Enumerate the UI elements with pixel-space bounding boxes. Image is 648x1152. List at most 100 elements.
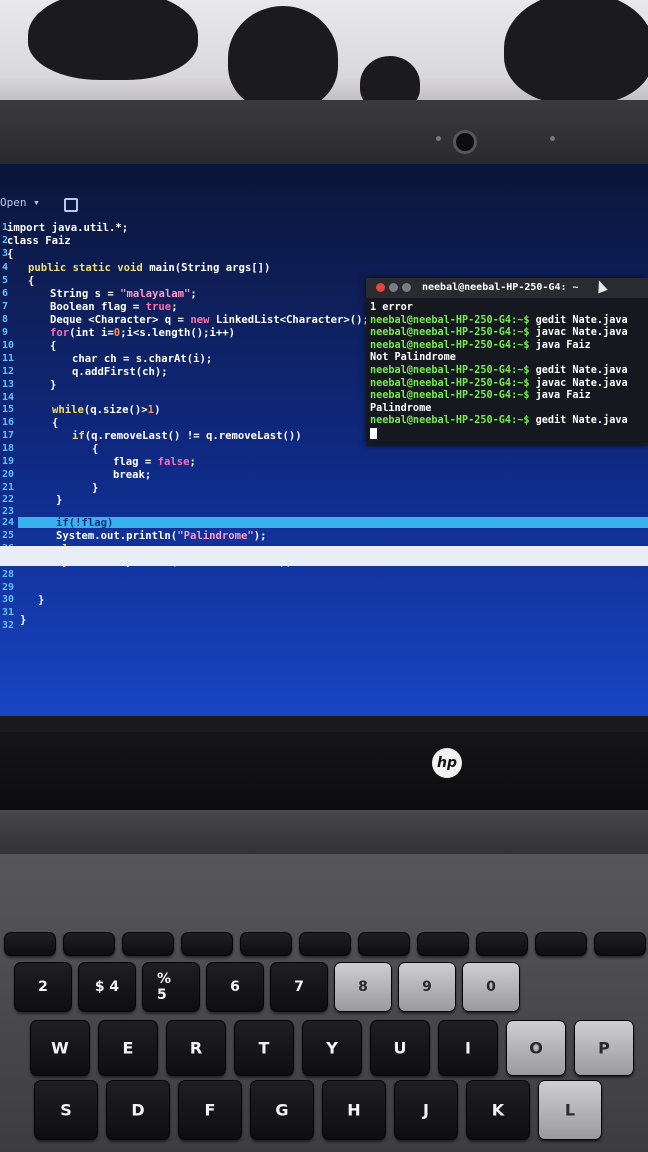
- code-line[interactable]: {: [28, 275, 34, 287]
- keyboard-key[interactable]: 7: [270, 962, 328, 1012]
- code-line[interactable]: }: [92, 482, 98, 494]
- keyboard-key[interactable]: T: [234, 1020, 294, 1076]
- code-line[interactable]: {: [92, 443, 98, 455]
- keyboard-key[interactable]: Y: [302, 1020, 362, 1076]
- keyboard-key[interactable]: E: [98, 1020, 158, 1076]
- close-icon[interactable]: [376, 283, 385, 292]
- terminal-titlebar[interactable]: neebal@neebal-HP-250-G4: ~: [366, 278, 648, 298]
- code-line[interactable]: }: [38, 594, 44, 606]
- maximize-icon[interactable]: [402, 283, 411, 292]
- keyboard-key[interactable]: [417, 932, 469, 956]
- keyboard-deck: 2 $ 4 % 5 6 7 8 9 0 W E R T Y U I O P S D F G H J K L: [0, 854, 648, 1152]
- keyboard-key[interactable]: 0: [462, 962, 520, 1012]
- code-line[interactable]: break;: [113, 469, 151, 481]
- person-head: [228, 6, 338, 110]
- keyboard-key[interactable]: [535, 932, 587, 956]
- code-line[interactable]: for(int i=0;i<s.length();i++): [50, 327, 235, 339]
- keyboard-key[interactable]: [476, 932, 528, 956]
- line-number: 18: [2, 443, 15, 454]
- terminal-text: javac Nate.java: [529, 377, 628, 389]
- minimize-icon[interactable]: [389, 283, 398, 292]
- screen-bezel-bottom: [0, 732, 648, 814]
- line-number: 13: [2, 379, 15, 390]
- keyboard-key[interactable]: 2: [14, 962, 72, 1012]
- terminal-text: javac Nate.java: [529, 327, 628, 339]
- terminal-prompt: neebal@neebal-HP-250-G4:~$: [370, 390, 530, 402]
- code-line[interactable]: Deque <Character> q = new LinkedList<Cha…: [50, 314, 369, 326]
- code-line[interactable]: flag = false;: [113, 456, 196, 468]
- code-token: ;i<s.length();i++): [120, 327, 235, 339]
- keyboard-key[interactable]: P: [574, 1020, 634, 1076]
- line-number: 6: [2, 288, 9, 299]
- key-label: % 5: [157, 971, 172, 1003]
- terminal-prompt: neebal@neebal-HP-250-G4:~$: [370, 415, 530, 427]
- code-token: LinkedList<Character>();: [209, 314, 369, 326]
- keyboard-key[interactable]: [181, 932, 233, 956]
- code-line[interactable]: {: [50, 340, 56, 352]
- open-menu-button[interactable]: Open ▾: [0, 196, 40, 209]
- keyboard-key[interactable]: G: [250, 1080, 314, 1140]
- code-line[interactable]: {: [7, 248, 13, 260]
- code-line[interactable]: {: [52, 417, 58, 429]
- code-token: (int i=: [69, 327, 114, 339]
- terminal-window[interactable]: neebal@neebal-HP-250-G4: ~ 1 error neebal…: [366, 278, 648, 446]
- line-number: 9: [2, 327, 9, 338]
- code-line[interactable]: }: [56, 494, 62, 506]
- keyboard-key[interactable]: [122, 932, 174, 956]
- person-head: [504, 0, 648, 104]
- terminal-line: neebal@neebal-HP-250-G4:~$ gedit Nate.ja…: [370, 315, 628, 327]
- keyboard-key[interactable]: 6: [206, 962, 264, 1012]
- code-line[interactable]: }: [20, 614, 26, 626]
- keyboard-key[interactable]: L: [538, 1080, 602, 1140]
- keyboard-key[interactable]: [63, 932, 115, 956]
- line-number: 22: [2, 494, 15, 505]
- keyboard-key[interactable]: K: [466, 1080, 530, 1140]
- key-label: 9: [422, 979, 432, 995]
- keyboard-key[interactable]: W: [30, 1020, 90, 1076]
- keyboard-key[interactable]: J: [394, 1080, 458, 1140]
- keyword-token: new: [190, 314, 210, 326]
- keyboard-key[interactable]: $ 4: [78, 962, 136, 1012]
- keyboard-key[interactable]: I: [438, 1020, 498, 1076]
- keyboard-key[interactable]: [358, 932, 410, 956]
- string-token: "malayalam": [120, 288, 191, 300]
- keyboard-key[interactable]: [4, 932, 56, 956]
- person-head: [28, 0, 198, 80]
- keyboard-key[interactable]: R: [166, 1020, 226, 1076]
- keyboard-key[interactable]: D: [106, 1080, 170, 1140]
- code-line[interactable]: q.addFirst(ch);: [72, 366, 168, 378]
- key-label: P: [598, 1038, 610, 1058]
- line-number: 16: [2, 417, 15, 428]
- keyboard-key[interactable]: H: [322, 1080, 386, 1140]
- code-token: System.out.println(: [56, 530, 178, 542]
- laptop-hinge: [0, 810, 648, 854]
- code-line[interactable]: class Faiz: [7, 235, 71, 247]
- terminal-line: Palindrome: [370, 403, 431, 415]
- code-line[interactable]: char ch = s.charAt(i);: [72, 353, 212, 365]
- code-line[interactable]: if(q.removeLast() != q.removeLast()): [72, 430, 302, 442]
- code-line[interactable]: if(!flag): [56, 517, 113, 529]
- keyboard-key[interactable]: F: [178, 1080, 242, 1140]
- code-line[interactable]: String s = "malayalam";: [50, 288, 197, 300]
- keyboard-key[interactable]: [299, 932, 351, 956]
- terminal-prompt: neebal@neebal-HP-250-G4:~$: [370, 339, 530, 351]
- save-icon[interactable]: [64, 198, 78, 212]
- line-number: 32: [2, 620, 15, 631]
- keyboard-key[interactable]: 8: [334, 962, 392, 1012]
- keyboard-key[interactable]: 9: [398, 962, 456, 1012]
- code-line[interactable]: import java.util.*;: [7, 222, 128, 234]
- key-label: 8: [358, 979, 368, 995]
- hp-logo: hp: [432, 748, 462, 778]
- keyboard-key[interactable]: U: [370, 1020, 430, 1076]
- keyboard-key[interactable]: S: [34, 1080, 98, 1140]
- line-number: 30: [2, 594, 15, 605]
- keyboard-key[interactable]: [240, 932, 292, 956]
- code-line[interactable]: System.out.println("Palindrome");: [56, 530, 267, 542]
- keyboard-key[interactable]: [594, 932, 646, 956]
- code-line[interactable]: public static void main(String args[]): [28, 262, 270, 274]
- code-line[interactable]: Boolean flag = true;: [50, 301, 178, 313]
- code-line[interactable]: while(q.size()>1): [52, 404, 160, 416]
- keyboard-key[interactable]: O: [506, 1020, 566, 1076]
- code-line[interactable]: }: [50, 379, 56, 391]
- keyboard-key[interactable]: % 5: [142, 962, 200, 1012]
